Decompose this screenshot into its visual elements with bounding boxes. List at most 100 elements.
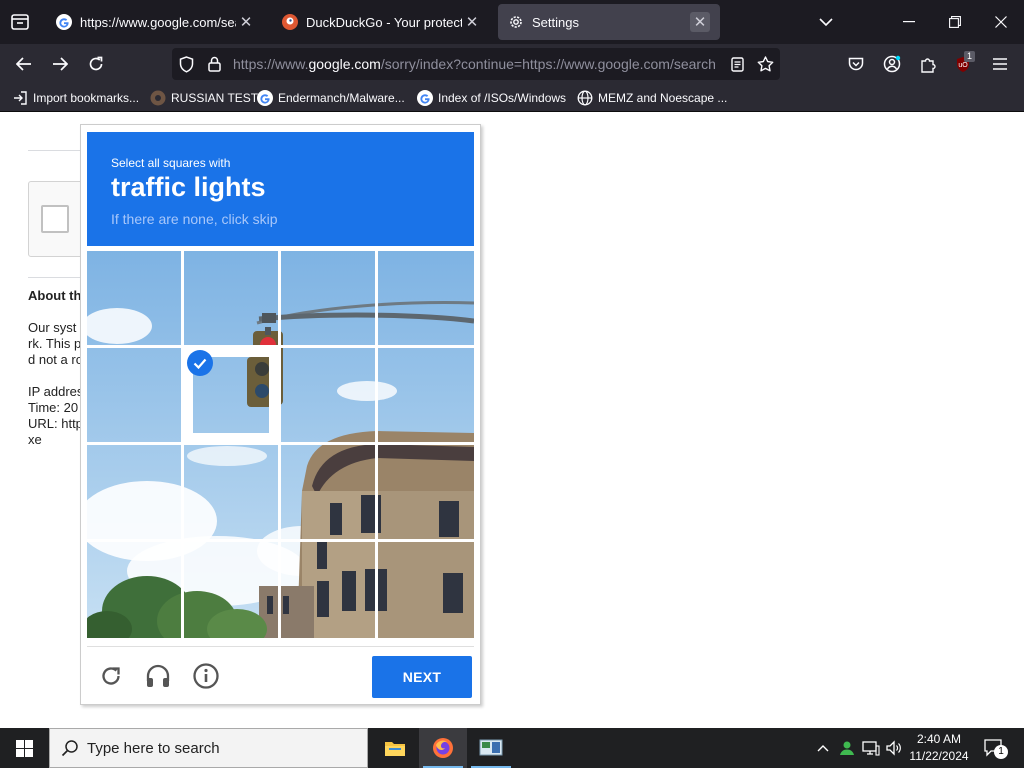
folder-icon <box>385 742 405 756</box>
url-domain: google.com <box>308 56 381 72</box>
help-info-icon[interactable] <box>192 662 220 690</box>
people-icon[interactable] <box>836 728 858 768</box>
tracking-protection-shield-icon[interactable] <box>176 54 196 74</box>
search-icon <box>61 740 78 757</box>
tab-duckduckgo[interactable]: DuckDuckGo - Your protection, our priori… <box>272 4 492 40</box>
windows-logo-icon <box>15 739 33 757</box>
url-bar[interactable]: https://www.google.com/sorry/index?conti… <box>172 48 780 80</box>
next-button[interactable]: NEXT <box>372 656 472 698</box>
close-window-icon[interactable] <box>978 0 1024 44</box>
reload-button[interactable] <box>80 48 112 80</box>
grid-tile[interactable] <box>378 445 474 539</box>
forward-button[interactable] <box>44 48 76 80</box>
grid-tile[interactable] <box>87 348 181 442</box>
file-explorer-taskbar-button[interactable] <box>371 728 419 768</box>
bookmark-label: MEMZ and Noescape ... <box>598 91 728 105</box>
challenge-footer: NEXT <box>87 646 474 702</box>
bookmark-label: Import bookmarks... <box>33 91 140 105</box>
firefox-icon <box>433 738 453 758</box>
grid-tile[interactable] <box>87 542 181 638</box>
bookmark-star-icon[interactable] <box>755 54 775 74</box>
minimize-icon[interactable] <box>886 0 932 44</box>
app-taskbar-button[interactable] <box>467 728 515 768</box>
grid-tile[interactable] <box>378 348 474 442</box>
list-all-tabs-icon[interactable] <box>814 10 838 34</box>
recaptcha-checkbox-widget[interactable] <box>28 181 88 257</box>
close-tab-icon[interactable]: ✕ <box>690 12 710 32</box>
volume-icon[interactable] <box>883 728 905 768</box>
account-icon[interactable] <box>876 48 908 80</box>
reload-challenge-icon[interactable] <box>97 662 125 690</box>
tab-title: https://www.google.com/search <box>80 14 236 30</box>
grid-tile[interactable] <box>378 542 474 638</box>
grid-tile[interactable] <box>281 542 375 638</box>
firefox-view-icon[interactable] <box>8 10 32 34</box>
tile-selected-check-icon <box>187 350 213 376</box>
url-prefix: https://www. <box>233 56 309 72</box>
bookmark-import[interactable]: Import bookmarks... <box>12 89 139 107</box>
import-icon <box>14 91 27 105</box>
grid-tile[interactable] <box>184 542 278 638</box>
bookmark-endermanch-malware[interactable]: Endermanch/Malware... <box>257 89 405 107</box>
challenge-target: traffic lights <box>111 172 266 202</box>
about-heading: About th <box>28 288 82 303</box>
bookmark-isos-windows[interactable]: Index of /ISOs/Windows <box>417 89 566 107</box>
taskbar-search-box[interactable]: Type here to search <box>49 728 368 768</box>
divider <box>28 150 88 151</box>
explanation-line: Our syst <box>28 320 77 335</box>
audio-challenge-headphones-icon[interactable] <box>144 662 172 690</box>
tab-google-search[interactable]: https://www.google.com/search ✕ <box>46 4 266 40</box>
divider <box>28 277 88 278</box>
page-content: About th Our syst rk. This p d not a ro … <box>0 113 1024 728</box>
grid-tile[interactable] <box>184 251 278 345</box>
notification-count: 1 <box>994 745 1008 759</box>
grid-tile[interactable] <box>281 445 375 539</box>
start-button[interactable] <box>0 728 48 768</box>
bookmark-memz[interactable]: MEMZ and Noescape ... <box>577 89 727 107</box>
extensions-puzzle-icon[interactable] <box>912 48 944 80</box>
extension-badge: 1 <box>964 51 976 62</box>
explanation-line: d not a ro <box>28 352 83 367</box>
grid-tile[interactable] <box>184 445 278 539</box>
reader-view-icon[interactable] <box>727 54 747 74</box>
ip-address-line: IP addres <box>28 384 84 399</box>
network-icon[interactable] <box>860 728 882 768</box>
lock-icon[interactable] <box>204 54 224 74</box>
google-g-icon <box>257 90 273 106</box>
back-button[interactable] <box>8 48 40 80</box>
tab-title: DuckDuckGo - Your protection, our priori… <box>306 14 462 30</box>
grid-tile[interactable] <box>87 445 181 539</box>
ublock-origin-icon[interactable]: uO 1 <box>948 48 980 80</box>
close-tab-icon[interactable]: ✕ <box>236 12 256 32</box>
url-path: /sorry/index?continue=https://www.google… <box>380 56 716 72</box>
grid-tile[interactable] <box>87 251 181 345</box>
tab-settings[interactable]: Settings ✕ <box>498 4 720 40</box>
google-g-icon <box>56 14 72 30</box>
grid-tile[interactable] <box>281 348 375 442</box>
show-hidden-icons-chevron-icon[interactable] <box>812 728 834 768</box>
not-a-robot-checkbox[interactable] <box>41 205 69 233</box>
firefox-taskbar-button[interactable] <box>419 728 467 768</box>
pocket-icon[interactable] <box>840 48 872 80</box>
grid-tile[interactable] <box>281 251 375 345</box>
bookmark-russian-test[interactable]: RUSSIAN TEST <box>150 89 258 107</box>
restore-icon[interactable] <box>932 0 978 44</box>
bookmark-label: Index of /ISOs/Windows <box>438 91 567 105</box>
url-text[interactable]: https://www.google.com/sorry/index?conti… <box>233 56 717 72</box>
svg-text:uO: uO <box>958 62 968 69</box>
bookmark-label: RUSSIAN TEST <box>171 91 259 105</box>
bookmarks-toolbar: Import bookmarks... RUSSIAN TEST Enderma… <box>0 84 1024 112</box>
system-clock[interactable]: 2:40 AM 11/22/2024 <box>908 731 970 765</box>
challenge-header: Select all squares with traffic lights I… <box>87 132 474 246</box>
challenge-image-grid[interactable] <box>87 251 474 638</box>
grid-tile[interactable] <box>378 251 474 345</box>
menu-hamburger-icon[interactable] <box>984 48 1016 80</box>
explanation-line: rk. This p <box>28 336 82 351</box>
google-g-icon <box>417 90 433 106</box>
time-line: Time: 20 <box>28 400 79 415</box>
gear-icon <box>510 16 522 28</box>
notification-center-icon[interactable]: 1 <box>980 728 1008 768</box>
clock-time: 2:40 AM <box>916 732 962 746</box>
close-tab-icon[interactable]: ✕ <box>462 12 482 32</box>
url-line-continued: xe <box>28 432 42 447</box>
